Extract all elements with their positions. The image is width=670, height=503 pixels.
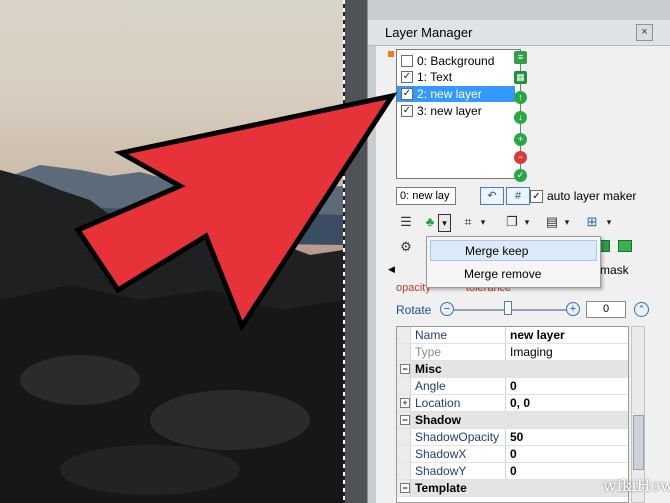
- pointer-arrow-illustration: [74, 92, 398, 332]
- red-arrow-shape: [74, 92, 398, 332]
- wikihow-watermark: wikiHow: [603, 476, 670, 495]
